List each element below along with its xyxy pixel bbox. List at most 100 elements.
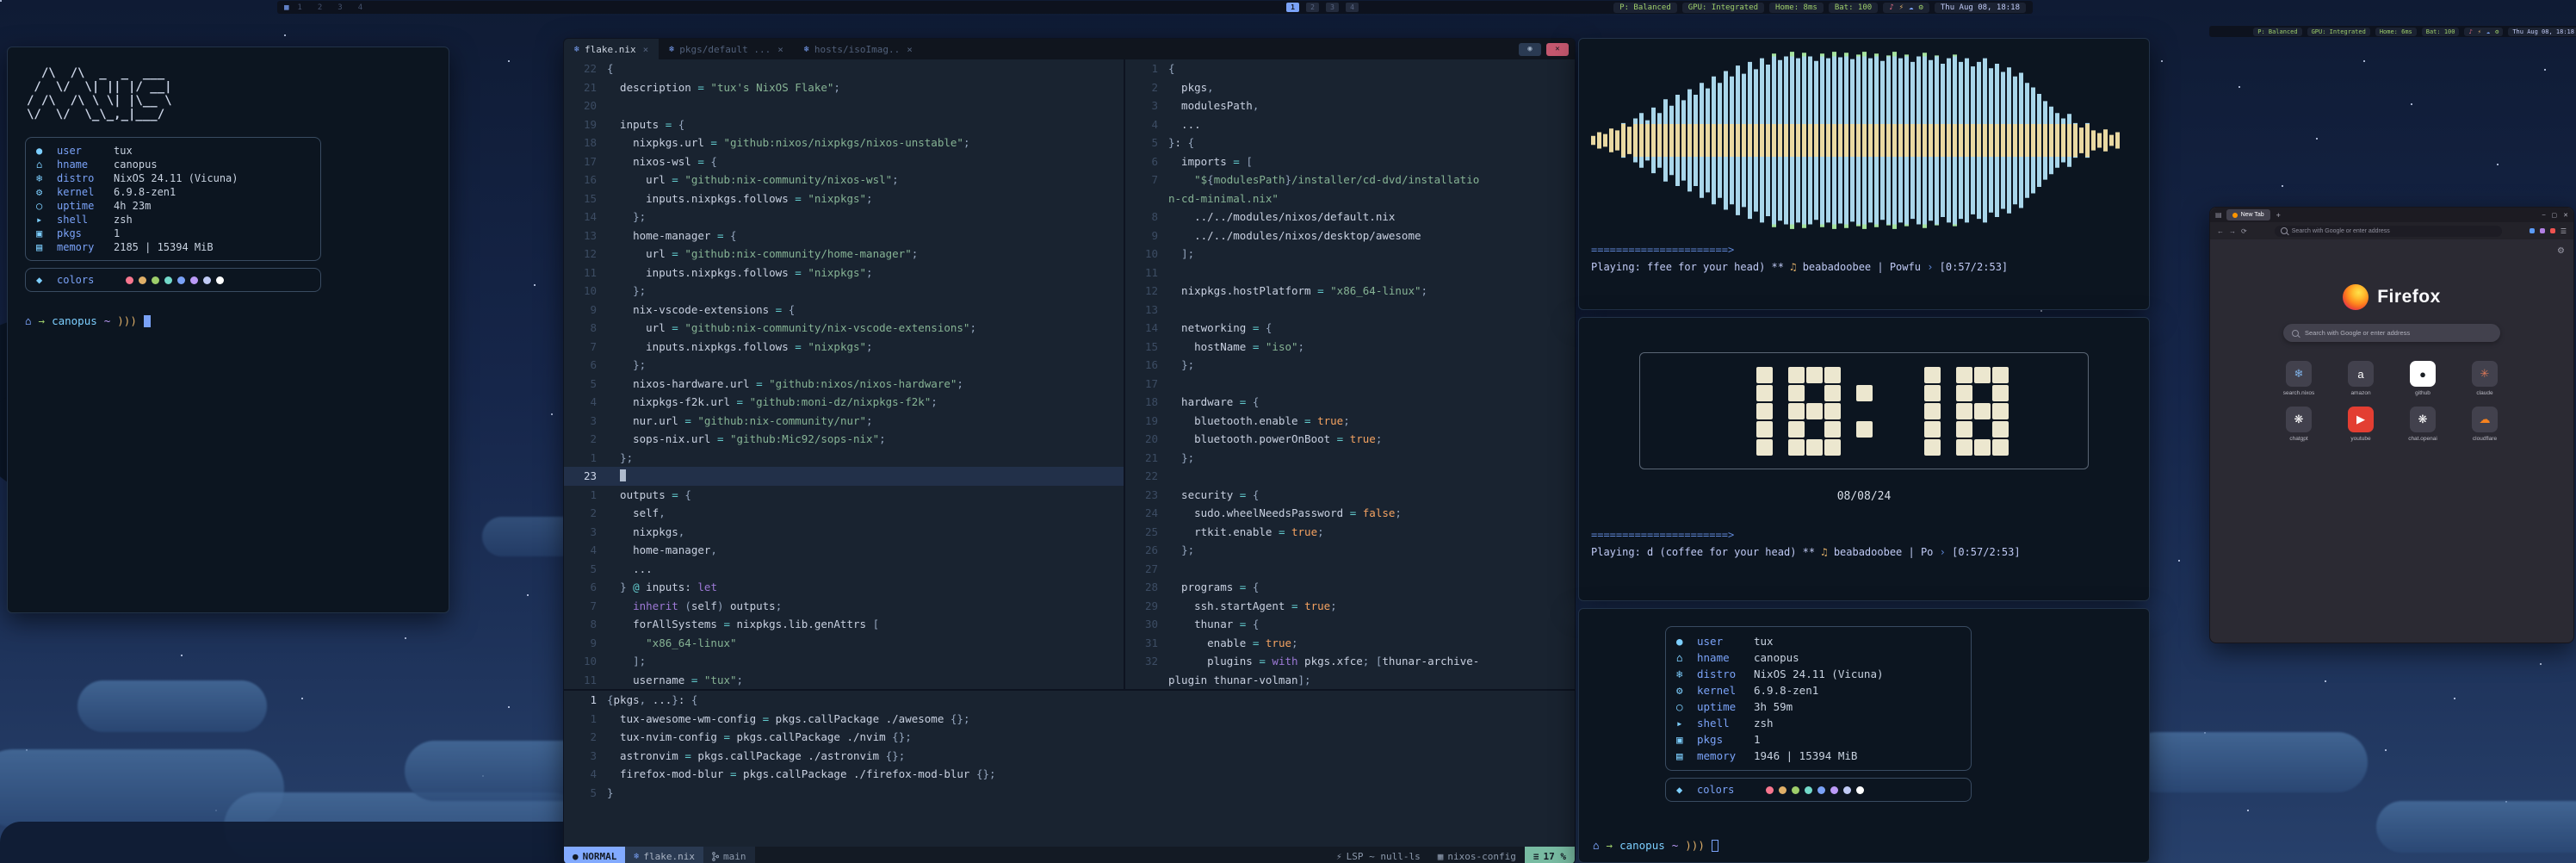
tab-label: flake.nix <box>585 44 636 55</box>
line-number: 13 <box>1125 301 1168 320</box>
tab-label: hosts/isoImag.. <box>814 44 900 55</box>
extension-icon[interactable] <box>2550 228 2555 233</box>
fastfetch-row-value: zsh <box>114 213 133 227</box>
minimize-button[interactable]: – <box>2542 212 2546 219</box>
launcher-icon[interactable]: ▦ <box>284 3 288 12</box>
status-widget[interactable]: Home: 6ms <box>2375 28 2417 36</box>
tag[interactable]: 4 <box>1346 3 1359 12</box>
gear-icon[interactable]: ⚙ <box>2557 246 2565 256</box>
status-widget[interactable]: Home: 8ms <box>1769 3 1824 13</box>
cava-bar <box>2043 49 2047 232</box>
cava-bar <box>1663 49 1668 232</box>
clock-digit <box>1788 367 1841 456</box>
shell-prompt[interactable]: ⌂ → canopus ~ ))) <box>25 314 431 327</box>
tray-icon[interactable]: ⚙ <box>1918 3 1923 12</box>
tag-number[interactable]: 3 <box>337 3 342 12</box>
tray-icon[interactable]: ⚡ <box>2478 28 2481 35</box>
maximize-button[interactable]: ▢ <box>2552 212 2558 219</box>
pane-flake-nix[interactable]: 22 { 21 description = "tux's NixOS Flake… <box>564 59 1124 689</box>
cava-bar <box>1874 49 1879 232</box>
bar-clock[interactable]: Thu Aug 08, 18:18 <box>2508 28 2576 36</box>
extension-icon[interactable] <box>2530 228 2535 233</box>
fastfetch-row-label: shell <box>1697 715 1754 731</box>
browser-tab[interactable]: New Tab <box>2226 209 2270 220</box>
cava-bar <box>1724 49 1728 232</box>
url-bar[interactable]: Search with Google or enter address <box>2275 226 2502 237</box>
eye-icon[interactable]: ◉ <box>1519 43 1541 56</box>
tag[interactable]: 1 <box>1286 3 1299 12</box>
prompt-chevrons: ))) <box>1685 839 1705 852</box>
shell-prompt[interactable]: ⌂ → canopus ~ ))) <box>1593 839 1718 852</box>
line-number: 5 <box>564 560 607 579</box>
close-button[interactable]: ✕ <box>2563 212 2568 219</box>
search-input[interactable]: Search with Google or enter address <box>2283 324 2500 342</box>
tab-close-icon[interactable]: × <box>777 44 783 55</box>
shortcut-icon: ☁ <box>2472 407 2498 432</box>
status-widget[interactable]: GPU: Integrated <box>1682 3 1764 13</box>
shortcut-tile[interactable]: ☁ cloudflare <box>2460 407 2510 442</box>
tray-icon[interactable]: ♪ <box>1889 3 1893 12</box>
tray-icon[interactable]: ☁ <box>2486 28 2490 35</box>
status-widget[interactable]: Bat: 100 <box>2422 28 2460 36</box>
new-tab-button[interactable]: + <box>2276 211 2281 220</box>
progress-arrow: ======================> <box>1591 529 2137 541</box>
code-line: 4 firefox-mod-blur = pkgs.callPackage ./… <box>564 765 1575 784</box>
nix-icon: ❄ <box>669 45 674 54</box>
cava-bar <box>1868 49 1873 232</box>
tab-close-icon[interactable]: × <box>643 44 649 55</box>
forward-button[interactable]: → <box>2229 227 2236 235</box>
starfield <box>0 0 2 2</box>
code-text: ... <box>1168 115 1201 134</box>
status-widget[interactable]: P: Balanced <box>2253 28 2301 36</box>
tray-icon[interactable]: ♪ <box>2468 28 2472 35</box>
tray-icon[interactable]: ⚡ <box>1899 3 1904 12</box>
editor-tab[interactable]: ❄ hosts/isoImag.. × <box>794 39 923 59</box>
fastfetch-row-icon: ❄ <box>1676 666 1697 682</box>
pane-pkgs-default-nix[interactable]: 1 {pkgs, ...}: { 1 tux-awesome-wm-config… <box>564 689 1575 847</box>
shortcut-tile[interactable]: ✳ claude <box>2460 361 2510 396</box>
extension-icon[interactable] <box>2540 228 2545 233</box>
code-line: 20 <box>564 96 1124 115</box>
code-line: 12 url = "github:nix-community/home-mana… <box>564 245 1124 264</box>
shortcut-icon: ❋ <box>2286 407 2312 432</box>
shortcut-tile[interactable]: a amazon <box>2336 361 2386 396</box>
bar-widgets: P: Balanced GPU: Integrated Home: 6ms Bat: … <box>2253 28 2576 36</box>
tray-icon[interactable]: ☁ <box>1909 3 1913 12</box>
nix-icon: ❄ <box>804 45 809 54</box>
code-text: {pkgs, ...}: { <box>607 691 697 710</box>
cava-bar <box>1712 49 1716 232</box>
tag-number[interactable]: 1 <box>297 3 301 12</box>
menu-icon[interactable]: ☰ <box>2561 227 2567 235</box>
cava-bar <box>1754 49 1758 232</box>
bar-clock[interactable]: Thu Aug 08, 18:18 <box>1935 3 2026 13</box>
fastfetch-row-icon: ○ <box>1676 698 1697 715</box>
line-number: 23 <box>564 467 607 486</box>
back-button[interactable]: ← <box>2217 227 2224 235</box>
tab-close-icon[interactable]: × <box>907 44 913 55</box>
reload-button[interactable]: ⟳ <box>2241 227 2247 235</box>
firefox-view-icon[interactable]: ▤ <box>2215 211 2222 219</box>
editor-tab[interactable]: ❄ flake.nix × <box>564 39 659 59</box>
window-close-button[interactable]: ✕ <box>1546 43 1569 56</box>
tag[interactable]: 2 <box>1306 3 1319 12</box>
cava-bar <box>2055 49 2059 232</box>
code-line: plugin thunar-volman]; <box>1125 671 1575 690</box>
tag-number[interactable]: 4 <box>358 3 362 12</box>
shortcut-tile[interactable]: ❋ chat.openai <box>2398 407 2448 442</box>
status-widget[interactable]: P: Balanced <box>1613 3 1677 13</box>
shortcut-tile[interactable]: ▶ youtube <box>2336 407 2386 442</box>
shortcut-tile[interactable]: ❄ search.nixos <box>2274 361 2324 396</box>
status-widget[interactable]: Bat: 100 <box>1829 3 1878 13</box>
pane-iso-nix[interactable]: 1 { 2 pkgs, 3 modulesPath, 4 ... 5 }: { <box>1124 59 1575 689</box>
shortcut-tile[interactable]: ● github <box>2398 361 2448 396</box>
tab-title: New Tab <box>2241 212 2264 218</box>
shortcut-tile[interactable]: ❋ chatgpt <box>2274 407 2324 442</box>
tag-number[interactable]: 2 <box>318 3 322 12</box>
tag[interactable]: 3 <box>1326 3 1339 12</box>
editor-tab[interactable]: ❄ pkgs/default ... × <box>659 39 794 59</box>
tray-icon[interactable]: ⚙ <box>2495 28 2499 35</box>
line-number: 1 <box>564 486 607 505</box>
nix-icon: ❄ <box>574 45 579 54</box>
status-widget[interactable]: GPU: Integrated <box>2307 28 2370 36</box>
code-text: username = "tux"; <box>607 671 743 690</box>
